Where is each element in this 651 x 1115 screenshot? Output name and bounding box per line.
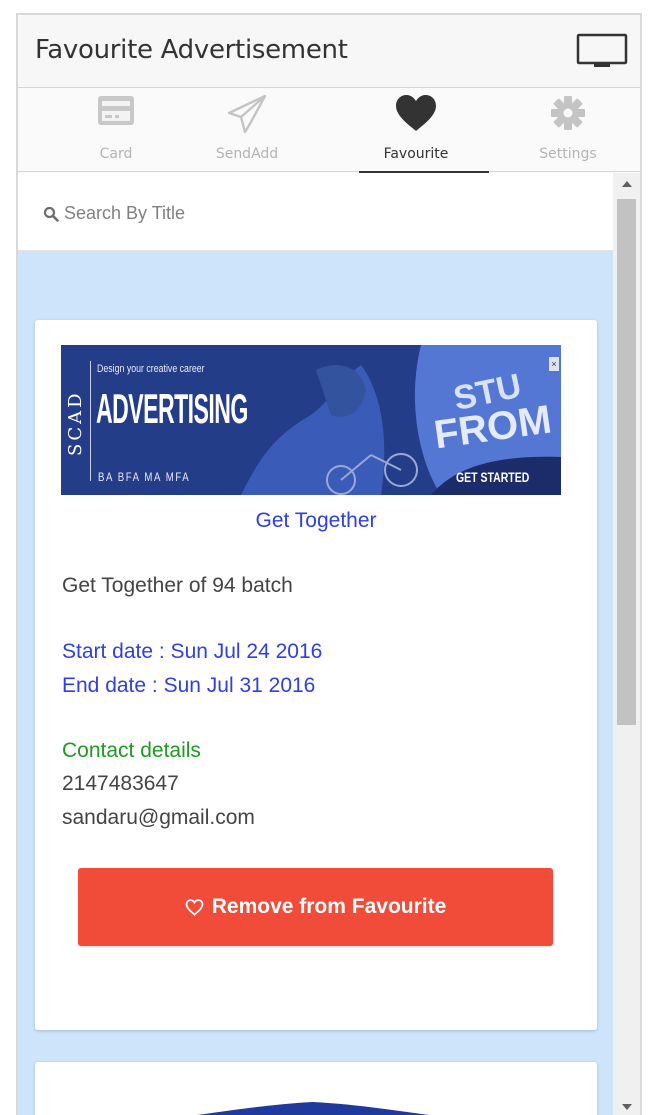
tab-favourite-label: Favourite xyxy=(383,146,449,162)
scroll-down-arrow-icon[interactable] xyxy=(613,1095,640,1115)
tab-card[interactable]: Card xyxy=(51,88,181,172)
tab-settings[interactable]: Settings xyxy=(503,88,633,172)
ad-headline: ADVERTISING xyxy=(96,385,248,432)
advertisement-card: STU FROM SCAD Design your creative caree… xyxy=(35,320,597,1030)
search-input[interactable] xyxy=(64,197,564,229)
credit-card-icon xyxy=(98,96,134,125)
ad-tagline: Design your creative career xyxy=(97,363,205,375)
remove-from-favourite-label: Remove from Favourite xyxy=(211,895,447,918)
advertisement-card xyxy=(35,1062,597,1115)
ad-close-icon[interactable]: × xyxy=(549,357,559,371)
gear-icon xyxy=(551,96,585,130)
start-date: Start date : Sun Jul 24 2016 xyxy=(62,640,323,663)
paper-plane-icon xyxy=(227,94,267,134)
search-icon xyxy=(43,206,59,222)
ad-divider xyxy=(90,361,91,481)
search-bar xyxy=(18,173,613,251)
favourites-list: STU FROM SCAD Design your creative caree… xyxy=(18,173,613,1115)
app-header: Favourite Advertisement xyxy=(18,15,640,88)
scrollbar[interactable] xyxy=(613,173,640,1115)
monitor-icon[interactable] xyxy=(576,33,628,71)
contact-email: sandaru@gmail.com xyxy=(62,806,255,829)
ad-banner-image[interactable] xyxy=(123,1092,503,1115)
ad-cta[interactable]: GET STARTED xyxy=(456,469,529,485)
heart-outline-icon xyxy=(185,898,204,916)
contact-heading: Contact details xyxy=(62,739,201,762)
end-date: End date : Sun Jul 31 2016 xyxy=(62,674,316,697)
scroll-up-arrow-icon[interactable] xyxy=(613,173,640,195)
ad-degrees: BA BFA MA MFA xyxy=(98,470,191,484)
app-window: Favourite Advertisement Card SendAdd Fav… xyxy=(16,13,642,1115)
heart-icon xyxy=(396,95,436,131)
scrollbar-thumb[interactable] xyxy=(617,199,636,725)
tab-sendadd[interactable]: SendAdd xyxy=(182,88,312,172)
contact-phone: 2147483647 xyxy=(62,772,179,795)
card-description: Get Together of 94 batch xyxy=(62,574,293,597)
remove-from-favourite-button[interactable]: Remove from Favourite xyxy=(78,868,553,946)
ad-banner-image[interactable]: STU FROM SCAD Design your creative caree… xyxy=(61,345,561,495)
tab-sendadd-label: SendAdd xyxy=(215,146,279,162)
tab-settings-label: Settings xyxy=(539,146,597,162)
ad-brand: SCAD xyxy=(65,390,86,456)
app-title: Favourite Advertisement xyxy=(35,35,348,65)
tab-card-label: Card xyxy=(99,146,133,162)
tab-bar: Card SendAdd Favourite Settings xyxy=(18,88,640,173)
tab-favourite[interactable]: Favourite xyxy=(343,88,489,173)
card-title[interactable]: Get Together xyxy=(35,509,597,533)
